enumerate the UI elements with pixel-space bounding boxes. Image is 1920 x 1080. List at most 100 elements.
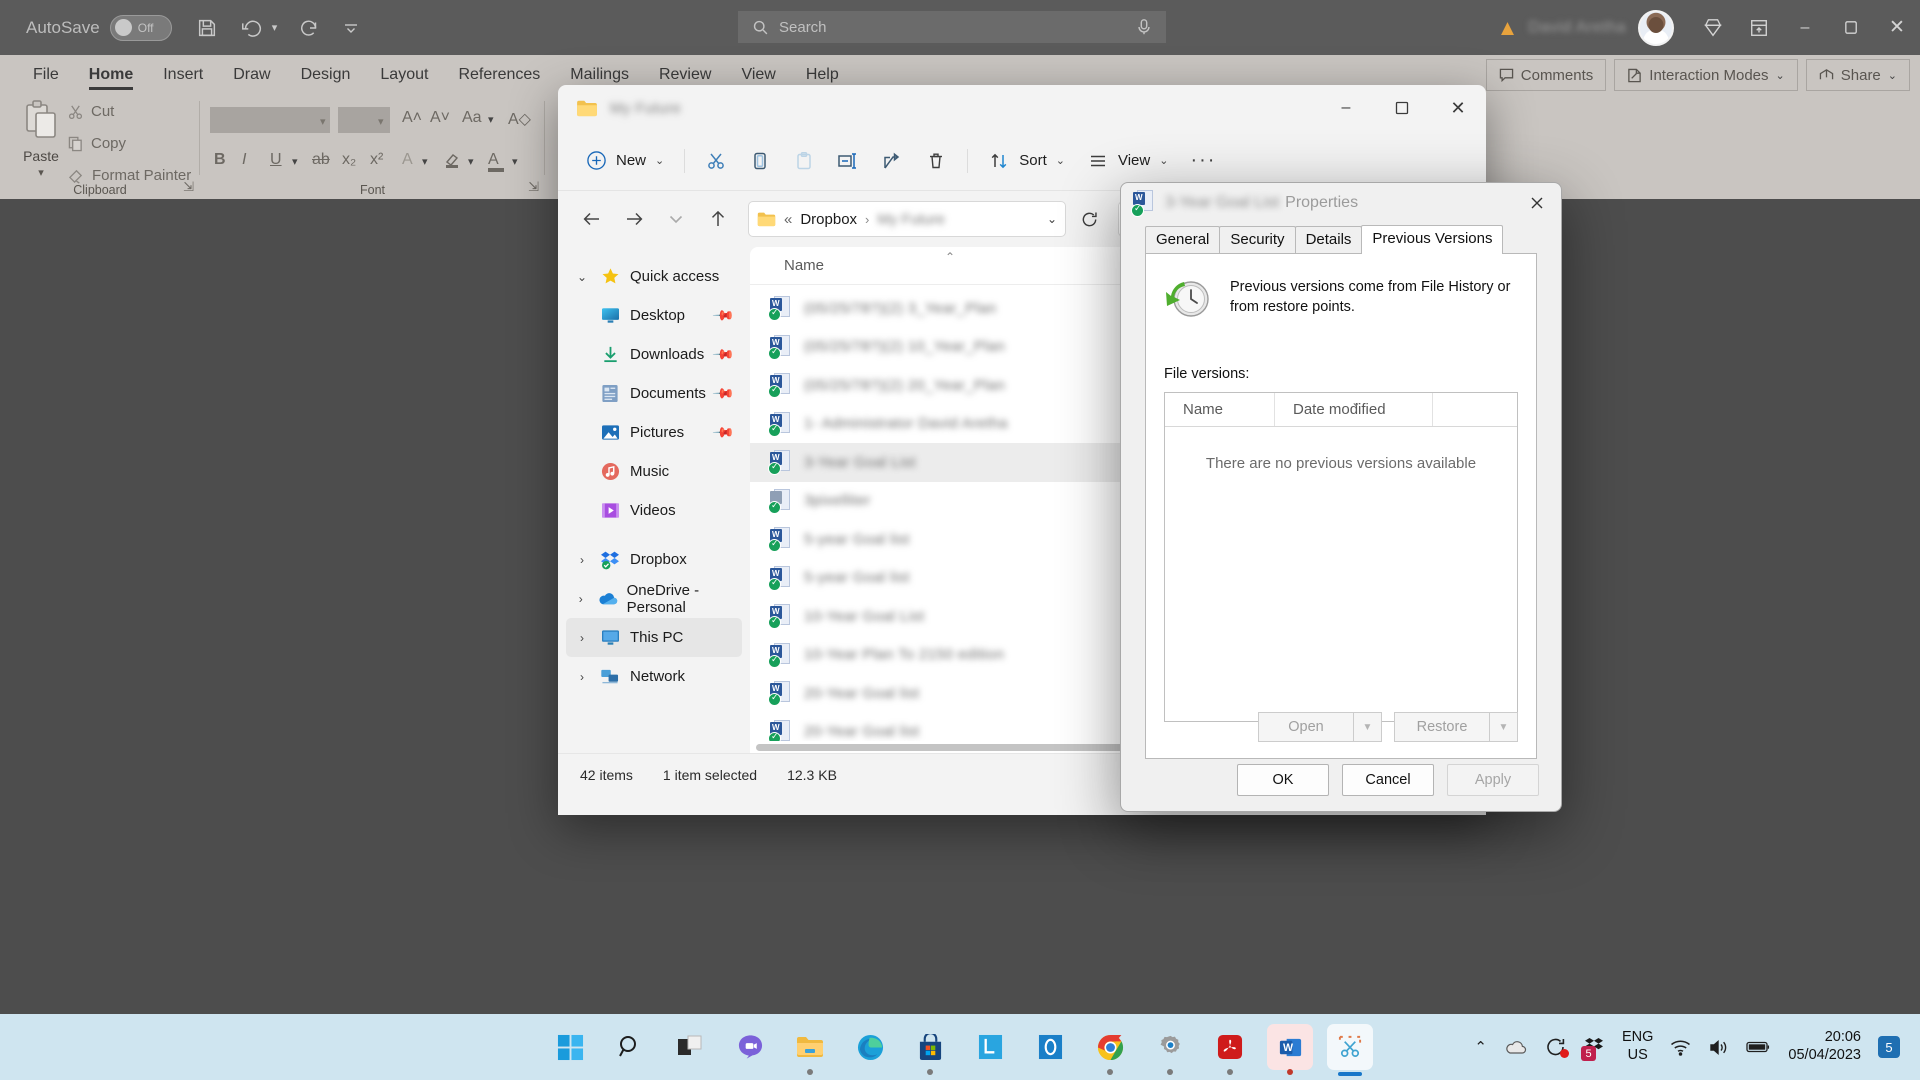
chevron-right-icon[interactable]: › (574, 631, 590, 645)
chat-button[interactable] (727, 1024, 773, 1070)
strikethrough-button[interactable]: ab (312, 151, 330, 169)
tab-references[interactable]: References (443, 66, 555, 93)
ribbon-display-options-icon[interactable] (1736, 0, 1782, 55)
tab-file[interactable]: File (18, 66, 74, 93)
change-case-button[interactable]: Aa (462, 109, 482, 127)
file-versions-list[interactable]: Name Date modified ⌄ There are no previo… (1164, 392, 1518, 722)
word-taskbar-button[interactable]: W (1267, 1024, 1313, 1070)
sidebar-item-this-pc[interactable]: › This PC (566, 618, 742, 657)
word-search-box[interactable]: Search (738, 11, 1166, 43)
format-painter-button[interactable]: Format Painter (68, 167, 191, 184)
start-button[interactable] (547, 1024, 593, 1070)
close-icon[interactable] (1513, 183, 1561, 223)
autosave-toggle[interactable]: AutoSave Off (26, 15, 172, 41)
speaker-icon[interactable] (1708, 1039, 1729, 1056)
paste-button[interactable] (782, 142, 826, 180)
view-button[interactable]: View ⌄ (1076, 142, 1179, 180)
dropbox-tray-icon[interactable]: 5 (1584, 1037, 1605, 1057)
copy-button[interactable] (738, 142, 782, 180)
tab-details[interactable]: Details (1295, 226, 1363, 253)
font-color-chevron-icon[interactable]: ▾ (512, 155, 518, 168)
search-taskbar-button[interactable] (607, 1024, 653, 1070)
explorer-maximize-button[interactable] (1374, 85, 1430, 131)
rename-button[interactable] (826, 142, 870, 180)
tab-home[interactable]: Home (74, 66, 148, 93)
onedrive-cloud-icon[interactable] (1504, 1039, 1528, 1056)
sync-icon[interactable] (1545, 1037, 1567, 1057)
sidebar-item-dropbox[interactable]: › Dropbox (566, 540, 742, 579)
forward-button[interactable] (616, 201, 652, 237)
sort-button[interactable]: Sort ⌄ (977, 142, 1076, 180)
acrobat-taskbar-button[interactable] (1207, 1024, 1253, 1070)
microphone-icon[interactable] (1136, 18, 1152, 36)
bold-button[interactable]: B (214, 151, 226, 169)
chevron-down-icon[interactable]: ⌄ (1047, 212, 1057, 226)
breadcrumb[interactable]: « Dropbox › My Future ⌄ (748, 201, 1066, 237)
task-view-button[interactable] (667, 1024, 713, 1070)
word-close-button[interactable]: ✕ (1874, 0, 1920, 55)
explorer-close-button[interactable]: ✕ (1430, 85, 1486, 131)
paste-button[interactable]: Paste ▾ (12, 99, 70, 179)
restore-dropdown-arrow-icon[interactable]: ▼ (1490, 712, 1518, 742)
word-restore-button[interactable] (1828, 0, 1874, 55)
save-icon[interactable] (196, 17, 218, 39)
language-indicator[interactable]: ENG US (1622, 1029, 1653, 1064)
subscript-button[interactable]: x₂ (342, 151, 356, 169)
breadcrumb-item-dropbox[interactable]: Dropbox (800, 211, 857, 228)
sidebar-item-downloads[interactable]: Downloads 📌 (566, 335, 742, 374)
microsoft-store-button[interactable] (907, 1024, 953, 1070)
tab-draw[interactable]: Draw (218, 66, 285, 93)
clear-formatting-button[interactable]: A◇ (508, 109, 531, 129)
underline-button[interactable]: U (270, 151, 282, 169)
breadcrumb-overflow[interactable]: « (784, 211, 792, 228)
refresh-button[interactable] (1072, 202, 1106, 236)
chevron-right-icon[interactable]: › (574, 553, 590, 567)
copy-button[interactable]: Copy (68, 135, 126, 152)
cortana-taskbar-button[interactable] (1027, 1024, 1073, 1070)
avatar[interactable] (1638, 10, 1674, 46)
up-button[interactable] (700, 201, 736, 237)
font-size-chevron-icon[interactable]: ▾ (378, 115, 384, 128)
back-button[interactable] (574, 201, 610, 237)
chevron-right-icon[interactable]: › (574, 592, 588, 606)
cancel-button[interactable]: Cancel (1342, 764, 1434, 796)
breadcrumb-item-current[interactable]: My Future (877, 211, 945, 228)
file-explorer-taskbar-button[interactable] (787, 1024, 833, 1070)
italic-button[interactable]: I (242, 151, 246, 169)
diamond-icon[interactable] (1690, 0, 1736, 55)
open-button[interactable]: Open ▼ (1258, 712, 1382, 742)
tab-design[interactable]: Design (286, 66, 366, 93)
sidebar-item-music[interactable]: Music (566, 452, 742, 491)
comments-button[interactable]: Comments (1486, 59, 1607, 91)
snip-taskbar-button[interactable] (1327, 1024, 1373, 1070)
column-header-name[interactable]: Name (784, 257, 824, 274)
apply-button[interactable]: Apply (1447, 764, 1539, 796)
chevron-down-icon[interactable]: ⌄ (574, 270, 590, 284)
cut-button[interactable] (694, 142, 738, 180)
delete-button[interactable] (914, 142, 958, 180)
highlight-chevron-icon[interactable]: ▾ (468, 155, 474, 168)
recent-locations-button[interactable] (658, 201, 694, 237)
tab-general[interactable]: General (1145, 226, 1220, 253)
column-header-extra[interactable] (1433, 393, 1517, 426)
underline-chevron-icon[interactable]: ▾ (292, 155, 298, 168)
tab-layout[interactable]: Layout (365, 66, 443, 93)
sidebar-item-quick-access[interactable]: ⌄ Quick access (566, 257, 742, 296)
sidebar-item-videos[interactable]: Videos (566, 491, 742, 530)
qat-customize-icon[interactable] (343, 22, 359, 34)
share-button[interactable] (870, 142, 914, 180)
wifi-icon[interactable] (1670, 1039, 1691, 1056)
warning-icon[interactable]: ▲ (1497, 15, 1519, 41)
explorer-minimize-button[interactable]: – (1318, 85, 1374, 131)
battery-icon[interactable] (1746, 1040, 1771, 1054)
tab-insert[interactable]: Insert (148, 66, 218, 93)
pin-icon[interactable]: 📌 (711, 303, 735, 327)
shrink-font-button[interactable]: A˅ (430, 109, 450, 127)
font-color-button[interactable]: A (488, 151, 504, 172)
share-button[interactable]: Share ⌄ (1806, 59, 1910, 91)
pin-icon[interactable]: 📌 (711, 342, 735, 366)
sidebar-item-network[interactable]: › Network (566, 657, 742, 696)
word-minimize-button[interactable]: – (1782, 0, 1828, 55)
change-case-chevron-icon[interactable]: ▾ (488, 113, 494, 126)
highlight-button[interactable] (444, 151, 460, 174)
